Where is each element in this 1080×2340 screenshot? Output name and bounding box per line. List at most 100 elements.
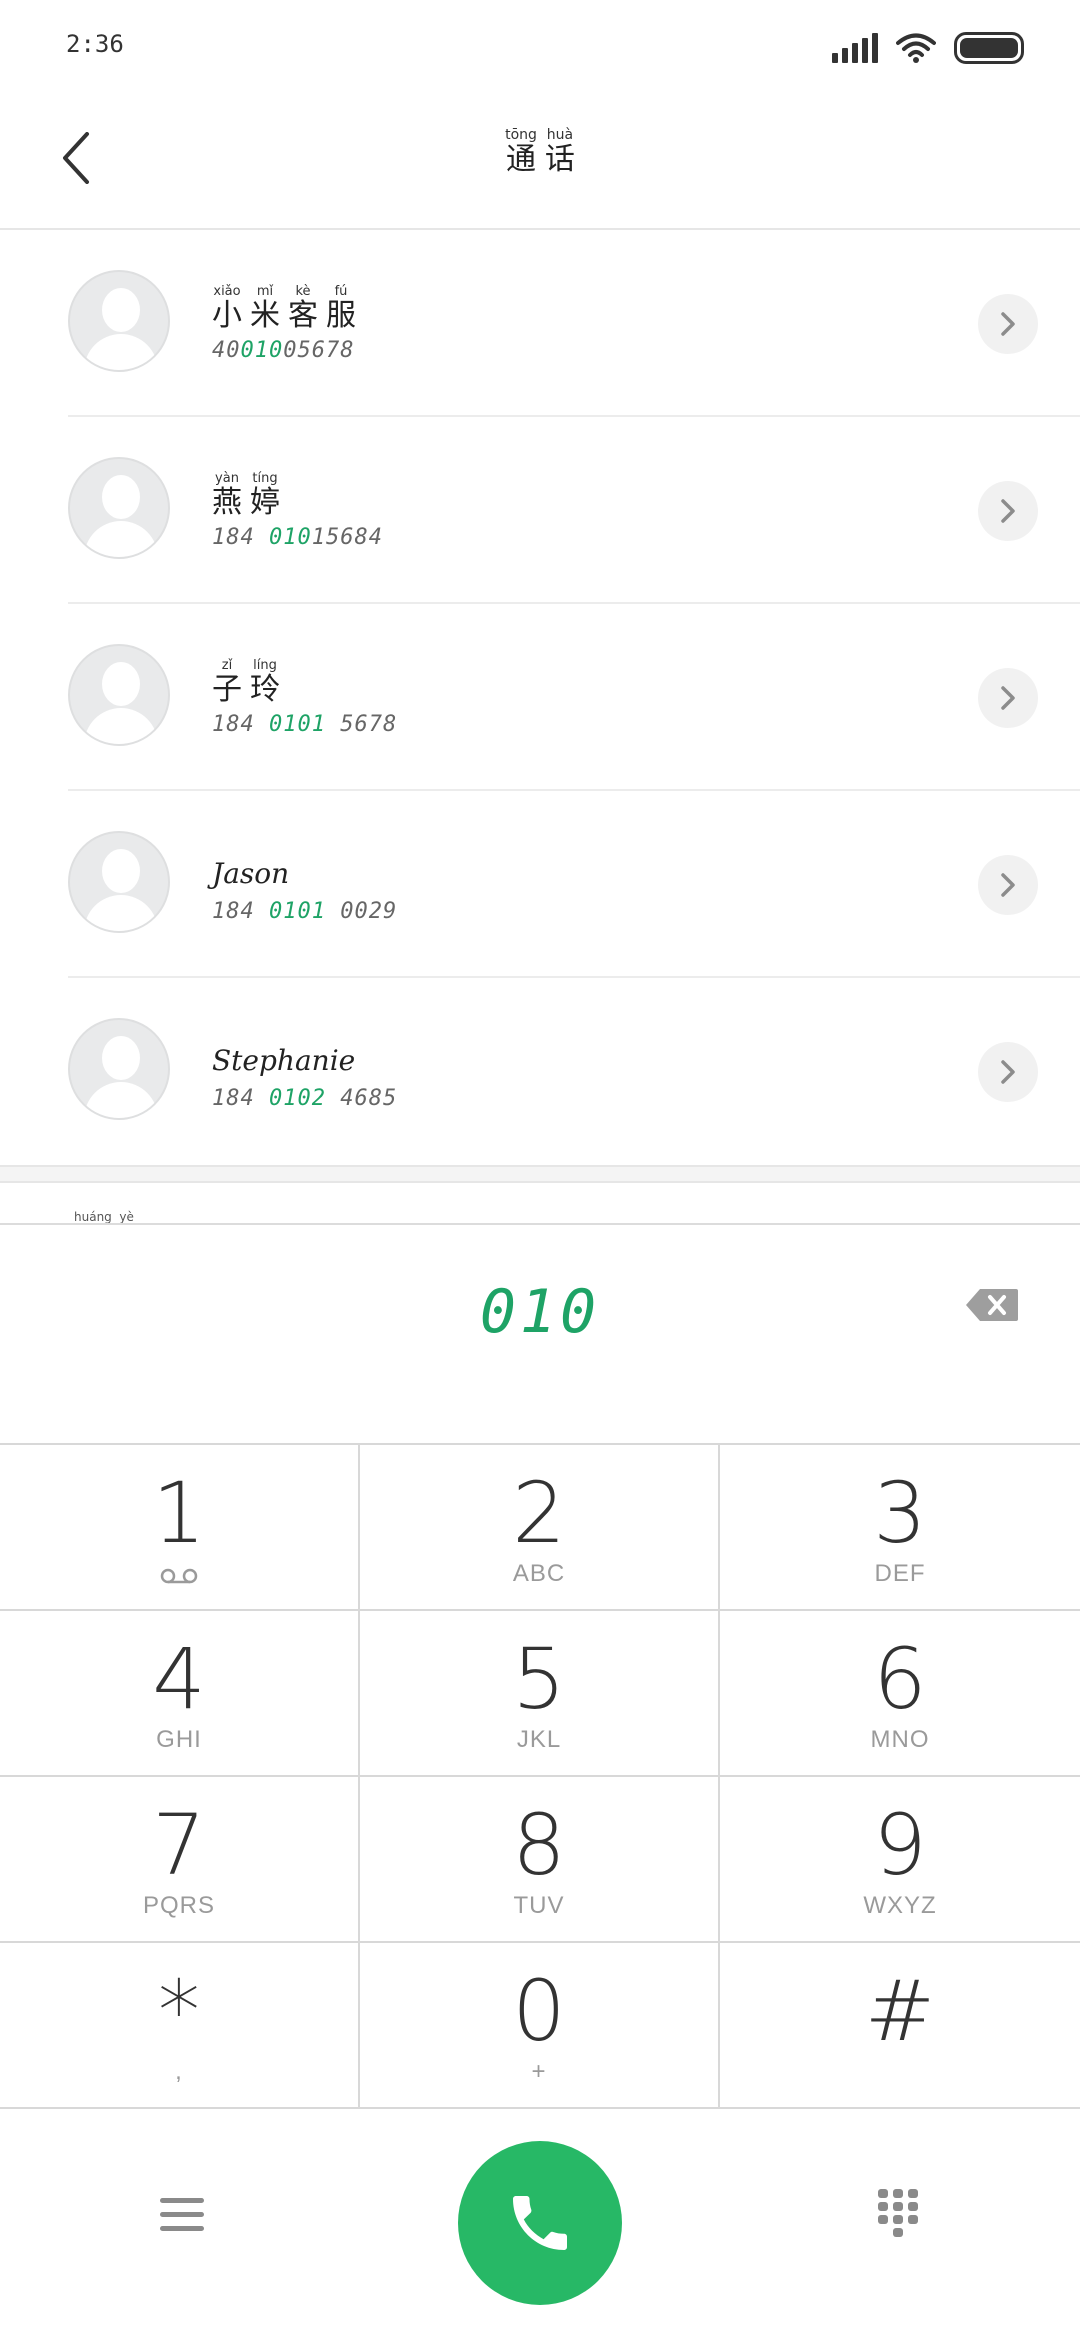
key-digit: 4 bbox=[152, 1630, 206, 1728]
ruby-char: huà 话 bbox=[545, 127, 575, 177]
key-digit: * bbox=[158, 1962, 200, 2060]
contact-name: yàn 燕 tíng 婷 bbox=[212, 467, 280, 520]
hanzi: 子 bbox=[212, 672, 242, 707]
key-3[interactable]: 3 DEF bbox=[720, 1445, 1080, 1611]
ruby-char: líng 玲 bbox=[250, 658, 280, 707]
list-bottom-divider bbox=[0, 1165, 1080, 1183]
pinyin: zǐ bbox=[221, 658, 233, 673]
contact-row[interactable]: zǐ 子 líng 玲 184 0101 5678 bbox=[0, 604, 1080, 791]
hanzi: 婷 bbox=[250, 485, 280, 520]
avatar bbox=[68, 644, 170, 746]
key-5[interactable]: 5 JKL bbox=[360, 1611, 720, 1777]
contact-detail-button[interactable] bbox=[978, 294, 1038, 354]
contact-detail-button[interactable] bbox=[978, 481, 1038, 541]
key-8[interactable]: 8 TUV bbox=[360, 1777, 720, 1943]
hanzi: 客 bbox=[288, 298, 318, 333]
key-digit: 2 bbox=[512, 1464, 566, 1562]
key-6[interactable]: 6 MNO bbox=[720, 1611, 1080, 1777]
number-part: 184 bbox=[212, 1086, 269, 1111]
ruby-char: zǐ 子 bbox=[212, 658, 242, 707]
dial-display: 010 bbox=[0, 1225, 1080, 1443]
contact-row[interactable]: xiǎo 小 mǐ 米 kè 客 fú 服 4001005678 bbox=[0, 230, 1080, 417]
key-0[interactable]: 0 + bbox=[360, 1943, 720, 2109]
key-digit: 5 bbox=[512, 1630, 566, 1728]
keypad: 1 2 ABC 3 DEF 4 GHI 5 JKL 6 MNO 7 PQRS 8 TUV 9 WXYZ *, 0 + # bbox=[0, 1443, 1080, 2109]
call-button[interactable] bbox=[458, 2141, 622, 2305]
pinyin: fú bbox=[334, 284, 348, 299]
key-letters: + bbox=[531, 2058, 547, 2085]
keypad-toggle-button[interactable] bbox=[866, 2183, 930, 2247]
battery-icon bbox=[954, 32, 1024, 64]
backspace-button[interactable] bbox=[964, 1285, 1020, 1325]
key-digit: 9 bbox=[873, 1796, 927, 1894]
contact-detail-button[interactable] bbox=[978, 1042, 1038, 1102]
key-digit: 0 bbox=[512, 1962, 566, 2060]
contact-detail-button[interactable] bbox=[978, 855, 1038, 915]
chevron-right-icon bbox=[1001, 312, 1015, 336]
number-match: 0101 bbox=[268, 899, 326, 924]
number-part: 40 bbox=[212, 338, 241, 363]
number-match: 010 bbox=[268, 525, 312, 550]
chevron-right-icon bbox=[1001, 499, 1015, 523]
number-part: 184 bbox=[212, 712, 269, 737]
ruby-char: kè 客 bbox=[288, 284, 318, 333]
contact-name: Stephanie bbox=[212, 1044, 356, 1077]
key-star[interactable]: *, bbox=[0, 1943, 360, 2109]
key-letters: WXYZ bbox=[863, 1892, 937, 1919]
menu-button[interactable] bbox=[150, 2183, 214, 2247]
menu-icon bbox=[160, 2198, 204, 2231]
dialed-number: 010 bbox=[479, 1277, 601, 1347]
avatar bbox=[68, 831, 170, 933]
key-letters: GHI bbox=[156, 1726, 202, 1753]
key-letters: DEF bbox=[874, 1560, 926, 1587]
yellow-pages-label: huáng yè bbox=[74, 1210, 134, 1224]
key-letters: , bbox=[175, 2058, 183, 2085]
contact-row[interactable]: Stephanie 184 0102 4685 bbox=[0, 978, 1080, 1165]
chevron-right-icon bbox=[1001, 1060, 1015, 1084]
key-letters: ABC bbox=[512, 1560, 566, 1587]
contact-detail-button[interactable] bbox=[978, 668, 1038, 728]
key-4[interactable]: 4 GHI bbox=[0, 1611, 360, 1777]
signal-icon bbox=[832, 33, 878, 63]
contact-list: xiǎo 小 mǐ 米 kè 客 fú 服 4001005678 yàn 燕 tíng 婷 184 010… bbox=[0, 230, 1080, 1165]
hanzi: 燕 bbox=[212, 485, 242, 520]
pinyin: xiǎo bbox=[213, 284, 241, 299]
ruby-char: tōng 通 bbox=[505, 127, 537, 177]
header: tōng 通 huà 话 bbox=[0, 96, 1080, 230]
key-2[interactable]: 2 ABC bbox=[360, 1445, 720, 1611]
pinyin: líng bbox=[253, 658, 277, 673]
contact-row[interactable]: Jason 184 0101 0029 bbox=[0, 791, 1080, 978]
pinyin: tōng bbox=[505, 127, 537, 143]
contact-row[interactable]: yàn 燕 tíng 婷 184 01015684 bbox=[0, 417, 1080, 604]
number-part: 184 bbox=[212, 899, 269, 924]
status-icons bbox=[832, 28, 1024, 68]
key-1[interactable]: 1 bbox=[0, 1445, 360, 1611]
number-part: 15684 bbox=[311, 525, 383, 550]
chevron-right-icon bbox=[1001, 873, 1015, 897]
key-7[interactable]: 7 PQRS bbox=[0, 1777, 360, 1943]
pinyin: kè bbox=[295, 284, 311, 299]
key-digit: 6 bbox=[873, 1630, 927, 1728]
key-digit: 7 bbox=[152, 1796, 206, 1894]
key-letters: TUV bbox=[513, 1892, 565, 1919]
number-part: 5678 bbox=[325, 712, 398, 737]
ruby-char: fú 服 bbox=[326, 284, 356, 333]
hanzi: 通 bbox=[505, 142, 536, 177]
key-9[interactable]: 9 WXYZ bbox=[720, 1777, 1080, 1943]
contact-number: 184 01015684 bbox=[212, 525, 383, 550]
key-letters: JKL bbox=[516, 1726, 562, 1753]
number-part: 4685 bbox=[325, 1086, 398, 1111]
avatar bbox=[68, 457, 170, 559]
number-part: 05678 bbox=[283, 338, 355, 363]
key-hash[interactable]: # bbox=[720, 1943, 1080, 2109]
wifi-icon bbox=[896, 33, 936, 63]
ruby-char: yàn 燕 bbox=[212, 471, 242, 520]
key-digit: 8 bbox=[512, 1796, 566, 1894]
voicemail-icon bbox=[160, 1568, 198, 1584]
pinyin: yàn bbox=[215, 471, 239, 486]
dialpad-icon bbox=[878, 2189, 918, 2237]
ruby-char: xiǎo 小 bbox=[212, 284, 242, 333]
key-letters: PQRS bbox=[142, 1892, 215, 1919]
contact-number: 184 0102 4685 bbox=[212, 1086, 397, 1111]
number-match: 0102 bbox=[268, 1086, 326, 1111]
